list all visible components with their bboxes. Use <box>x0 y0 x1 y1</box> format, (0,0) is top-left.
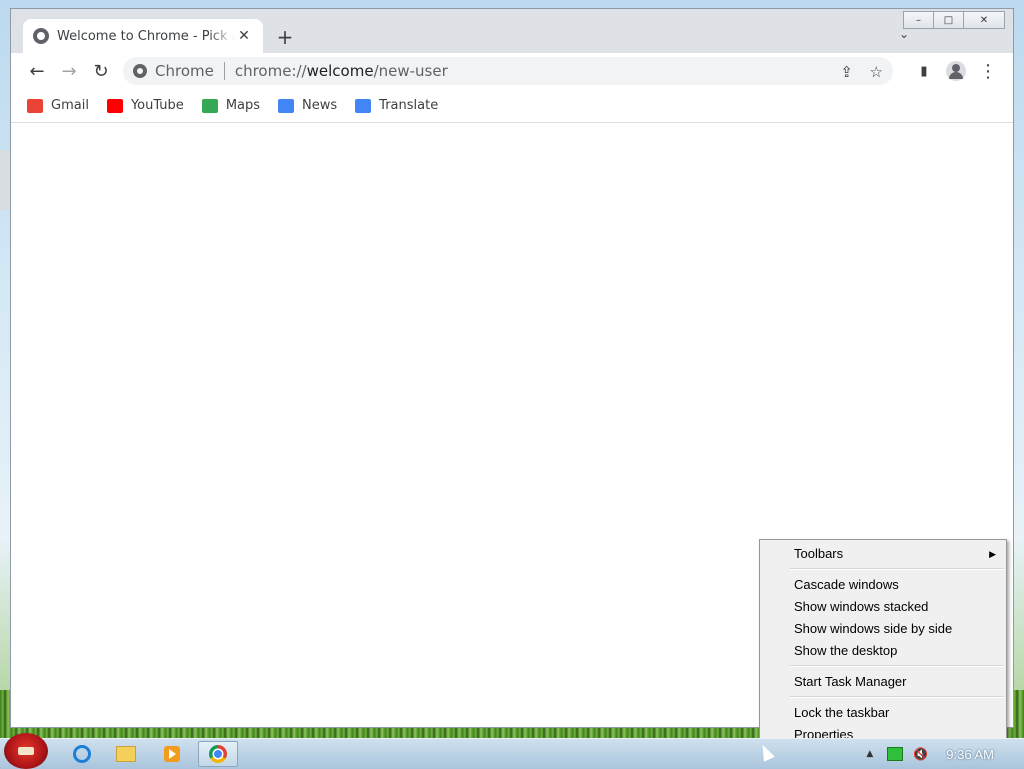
menu-item-show-windows-side-by-side[interactable]: Show windows side by side <box>760 618 1006 640</box>
maps-icon <box>201 98 218 113</box>
bookmark-translate[interactable]: Translate <box>355 98 438 113</box>
news-icon <box>278 98 295 113</box>
translate-icon <box>355 98 372 113</box>
maximize-button[interactable]: □ <box>933 11 964 29</box>
taskbar-media-player[interactable] <box>152 741 192 767</box>
tab-search-chevron-icon[interactable]: ⌄ <box>899 27 909 41</box>
system-tray: ▲ 🔇 9:36 AM <box>866 739 1024 769</box>
close-window-button[interactable]: ✕ <box>963 11 1005 29</box>
gmail-icon <box>27 98 43 113</box>
tab-welcome[interactable]: Welcome to Chrome - Pick a b ✕ <box>23 19 263 53</box>
menu-item-show-windows-stacked[interactable]: Show windows stacked <box>760 596 1006 618</box>
forward-button[interactable]: → <box>57 59 81 83</box>
tab-title: Welcome to Chrome - Pick a b <box>57 28 235 44</box>
taskbar-clock[interactable]: 9:36 AM <box>946 747 994 762</box>
internet-explorer-icon <box>73 745 91 763</box>
submenu-arrow-icon: ▶ <box>989 549 996 559</box>
menu-item-label: Toolbars <box>794 546 844 561</box>
menu-item-cascade-windows[interactable]: Cascade windows <box>760 574 1006 596</box>
taskbar-context-menu: Toolbars ▶ Cascade windows Show windows s… <box>759 539 1007 744</box>
tab-close-icon[interactable]: ✕ <box>235 28 253 44</box>
minimize-button[interactable]: – <box>903 11 934 29</box>
chrome-chip-icon <box>133 64 147 78</box>
bookmark-label: YouTube <box>130 98 184 113</box>
bookmark-gmail[interactable]: Gmail <box>27 98 89 113</box>
bookmark-news[interactable]: News <box>278 98 337 113</box>
bookmark-youtube[interactable]: YouTube <box>106 98 184 113</box>
bookmark-label: Maps <box>225 98 261 113</box>
bookmark-label: Translate <box>379 98 439 113</box>
chrome-menu-icon[interactable]: ⋮ <box>978 61 998 82</box>
url-text[interactable]: chrome://welcome/new-user <box>235 62 448 80</box>
bookmarks-bar: Gmail YouTube Maps News Translate <box>11 89 1013 123</box>
taskbar-internet-explorer[interactable] <box>62 741 102 767</box>
new-tab-button[interactable]: + <box>273 25 297 49</box>
profile-button[interactable] <box>946 61 966 81</box>
url-host: welcome <box>306 62 374 80</box>
url-scheme: chrome:// <box>234 62 307 80</box>
side-panel-icon[interactable]: ▮ <box>914 61 934 81</box>
show-hidden-icons-arrow[interactable]: ▲ <box>866 749 873 759</box>
start-button[interactable] <box>4 733 48 769</box>
taskbar-chrome[interactable] <box>198 741 238 767</box>
menu-separator <box>790 665 1004 667</box>
share-icon[interactable]: ⇪ <box>840 63 853 81</box>
omnibox-chip: Chrome <box>155 62 214 80</box>
menu-item-start-task-manager[interactable]: Start Task Manager <box>760 671 1006 693</box>
tab-strip: Welcome to Chrome - Pick a b ✕ + ⌄ – □ ✕ <box>11 9 1013 53</box>
taskbar-file-explorer[interactable] <box>106 741 146 767</box>
bookmark-star-icon[interactable]: ☆ <box>870 63 883 81</box>
menu-item-toolbars[interactable]: Toolbars ▶ <box>760 543 1006 565</box>
bookmark-maps[interactable]: Maps <box>201 98 261 113</box>
address-bar[interactable]: Chrome chrome://welcome/new-user ⇪ ☆ <box>123 57 893 85</box>
back-button[interactable]: ← <box>25 59 49 83</box>
omnibox-divider <box>223 62 225 80</box>
bookmark-label: News <box>302 98 338 113</box>
volume-muted-icon[interactable]: 🔇 <box>913 747 928 761</box>
media-player-icon <box>164 746 180 762</box>
folder-icon <box>116 746 136 762</box>
desktop-icon-partial[interactable] <box>0 150 10 210</box>
url-path: /new-user <box>373 62 448 80</box>
menu-item-show-desktop[interactable]: Show the desktop <box>760 640 1006 662</box>
youtube-icon <box>106 98 123 113</box>
chrome-page-icon <box>33 28 49 44</box>
menu-separator <box>790 568 1004 570</box>
taskbar[interactable]: ▲ 🔇 9:36 AM <box>0 733 1024 769</box>
menu-separator <box>790 696 1004 698</box>
network-icon[interactable] <box>887 747 904 761</box>
menu-item-lock-taskbar[interactable]: Lock the taskbar <box>760 702 1006 724</box>
reload-button[interactable]: ↻ <box>89 59 113 83</box>
avatar-icon <box>946 61 966 81</box>
window-controls: – □ ✕ <box>903 11 1005 29</box>
browser-toolbar: ← → ↻ Chrome chrome://welcome/new-user ⇪… <box>11 53 1013 89</box>
bookmark-label: Gmail <box>51 98 89 113</box>
chrome-icon <box>209 745 227 763</box>
